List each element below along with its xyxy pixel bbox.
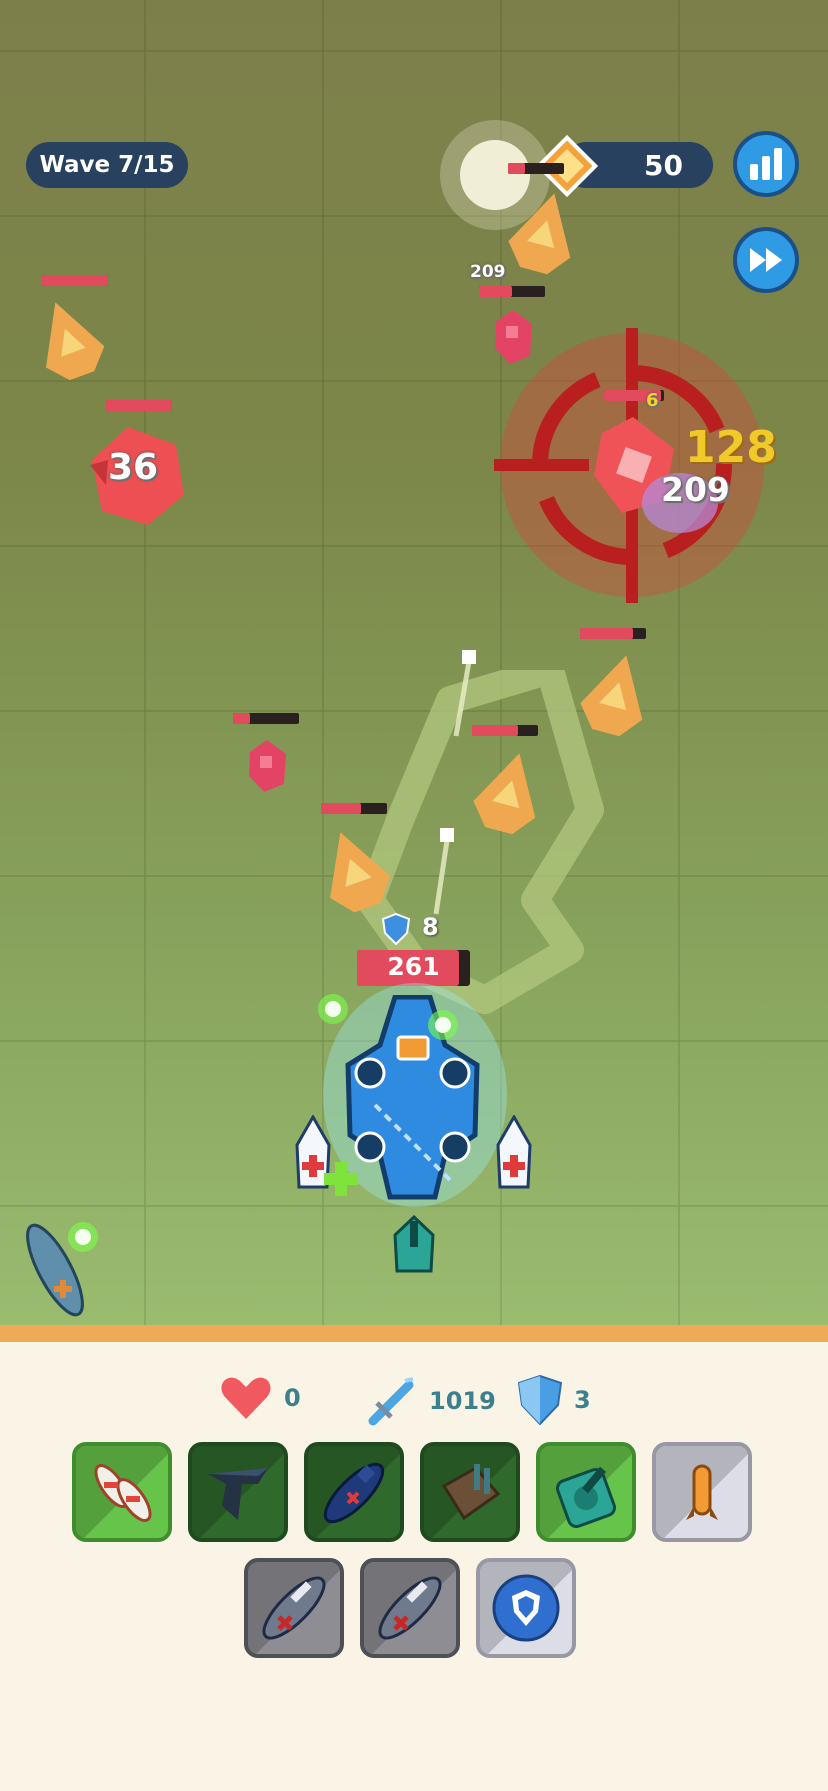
wave-indicator: Wave 7/15 — [26, 142, 188, 188]
attack-value: 1019 — [429, 1387, 496, 1415]
enemy-health-bar — [42, 275, 108, 286]
projectile-trail — [453, 650, 476, 737]
enemy-health-bar — [508, 163, 564, 174]
bar-chart-icon — [750, 148, 782, 180]
enemy-fighter[interactable] — [508, 190, 580, 275]
enemy-health-bar — [321, 803, 387, 814]
enemy-health-bar — [479, 286, 545, 297]
bottom-panel: 0 1019 3 — [0, 1325, 828, 1791]
enemy-health-bar — [233, 713, 299, 724]
card-missile[interactable] — [652, 1442, 752, 1542]
enemy-health-bar — [106, 400, 172, 411]
heal-plus-effect — [324, 1162, 358, 1196]
enemy-fighter[interactable] — [318, 828, 390, 913]
lives-value: 0 — [284, 1384, 301, 1412]
projectile-trail — [433, 828, 454, 915]
stats-button[interactable] — [733, 131, 799, 197]
gunboat-icon — [262, 1576, 326, 1640]
shield-icon — [492, 1574, 560, 1642]
artillery-icon — [441, 1464, 501, 1521]
card-tank-turret[interactable] — [536, 1442, 636, 1542]
enemy-health-bar — [472, 725, 538, 736]
twin-planes-icon — [94, 1464, 152, 1522]
attack-stat: 1019 — [365, 1375, 496, 1427]
card-gunboat-locked-1[interactable] — [244, 1558, 344, 1658]
card-gunboat-locked-2[interactable] — [360, 1558, 460, 1658]
player-shield-count: 8 — [422, 913, 439, 941]
player-health-value: 261 — [387, 952, 440, 981]
medic-boat-right[interactable] — [494, 1115, 534, 1190]
damage-number: 128 — [685, 422, 777, 473]
tank-turret-icon — [555, 1466, 617, 1528]
shield-icon — [382, 913, 410, 945]
defense-value: 3 — [574, 1386, 591, 1414]
damage-number: 6 — [646, 390, 659, 411]
damage-number: 209 — [661, 470, 730, 509]
fast-forward-button[interactable] — [733, 227, 799, 293]
escort-turret-boat[interactable] — [391, 1215, 437, 1275]
card-submarine[interactable] — [304, 1442, 404, 1542]
fast-forward-icon — [750, 248, 782, 272]
gunboat-icon — [378, 1576, 442, 1640]
card-shield[interactable] — [476, 1558, 576, 1658]
card-artillery[interactable] — [420, 1442, 520, 1542]
defense-stat: 3 — [518, 1375, 591, 1425]
damage-number: 36 — [108, 447, 159, 488]
enemy-fighter[interactable] — [580, 652, 652, 737]
submarine-icon — [323, 1462, 385, 1524]
missile-icon — [686, 1464, 718, 1520]
enemy-drone[interactable] — [244, 738, 290, 793]
enemy-health-bar — [580, 628, 646, 639]
lives-stat: 0 — [220, 1375, 301, 1421]
card-stealth-bomber[interactable] — [188, 1442, 288, 1542]
heart-icon — [221, 1377, 271, 1419]
ally-submarine[interactable] — [16, 1218, 94, 1323]
damage-number: 209 — [470, 262, 506, 282]
enemy-fighter[interactable] — [473, 750, 545, 835]
green-energy-orb — [318, 994, 348, 1024]
stealth-bomber-icon — [208, 1468, 268, 1520]
card-twin-planes[interactable] — [72, 1442, 172, 1542]
battlefield: Wave 7/15 50 36 209 6 128 209 8 261 — [0, 0, 828, 1325]
shield-icon — [518, 1375, 562, 1425]
green-energy-orb — [428, 1010, 458, 1040]
enemy-fighter[interactable] — [34, 298, 104, 383]
sword-icon — [368, 1377, 414, 1426]
